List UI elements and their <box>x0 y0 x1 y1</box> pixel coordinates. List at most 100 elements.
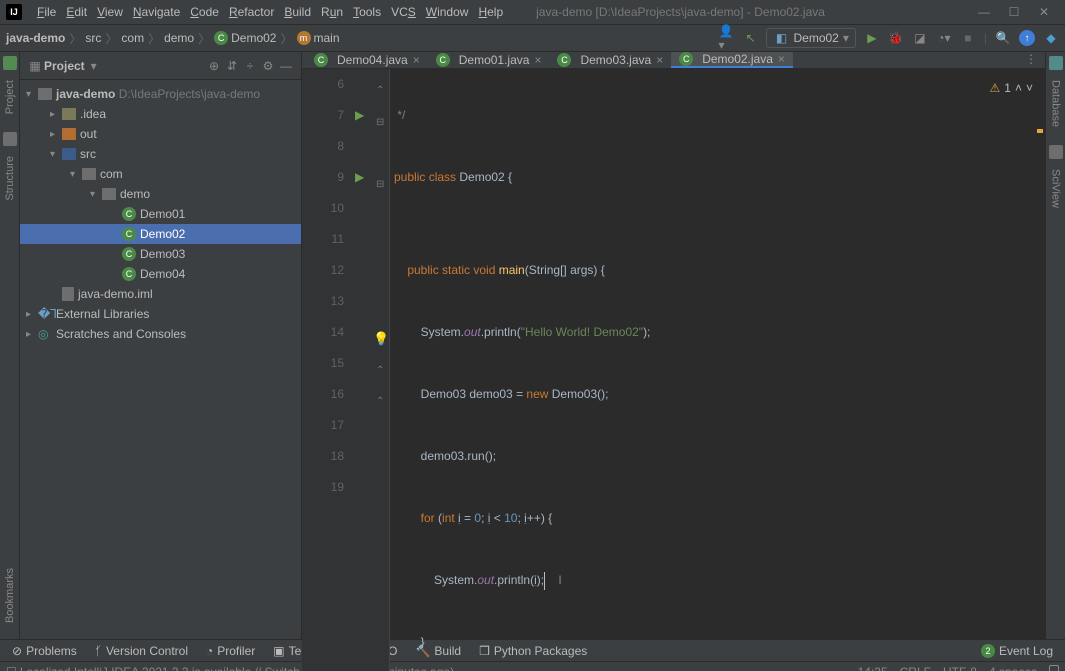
settings-gear-icon[interactable]: ⚙ <box>259 59 277 73</box>
method-icon: m <box>297 31 311 45</box>
tree-out[interactable]: ▸out <box>20 124 301 144</box>
tree-file-demo02[interactable]: CDemo02 <box>20 224 301 244</box>
intention-bulb-icon[interactable]: 💡 <box>373 323 389 354</box>
ide-settings-icon[interactable]: ◆ <box>1043 30 1059 46</box>
inspection-widget[interactable]: ⚠ 1 ˄ ˅ <box>990 73 1033 104</box>
tree-src[interactable]: ▾src <box>20 144 301 164</box>
app-logo-icon: IJ <box>6 4 22 20</box>
tabs-menu-icon[interactable]: ⋮ <box>1017 52 1045 68</box>
breadcrumb-class[interactable]: Demo02 <box>231 31 276 45</box>
problems-icon: ⊘ <box>12 644 22 658</box>
database-tool-tab[interactable]: Database <box>1048 72 1064 135</box>
tree-idea[interactable]: ▸.idea <box>20 104 301 124</box>
scroll-warning-mark[interactable] <box>1037 129 1043 133</box>
tab-demo04[interactable]: CDemo04.java× <box>306 52 428 68</box>
tab-demo01[interactable]: CDemo01.java× <box>428 52 550 68</box>
application-icon: ◧ <box>773 30 789 46</box>
tab-demo03[interactable]: CDemo03.java× <box>549 52 671 68</box>
profiler-icon: ◔ <box>206 644 213 658</box>
profile-button[interactable]: ◔▾ <box>936 30 952 46</box>
select-opened-icon[interactable]: ⊕ <box>205 59 223 73</box>
breadcrumb-com[interactable]: com <box>121 31 144 45</box>
close-button[interactable]: ✕ <box>1029 5 1059 19</box>
project-tool-icon[interactable] <box>3 56 17 70</box>
add-config-icon[interactable]: 👤▾ <box>718 30 734 46</box>
project-tool-tab[interactable]: Project <box>2 72 18 122</box>
tree-iml[interactable]: java-demo.iml <box>20 284 301 304</box>
minimize-button[interactable]: — <box>969 5 999 19</box>
profiler-tool[interactable]: ◔Profiler <box>198 644 263 658</box>
tree-demo[interactable]: ▾demo <box>20 184 301 204</box>
code-editor[interactable]: 678910111213141516171819 ▶ ▶ ⌃ ⊟ ⊟ 💡 ⌃ ⌃… <box>302 69 1045 671</box>
menu-code[interactable]: Code <box>185 3 224 21</box>
run-button[interactable]: ▶ <box>864 30 880 46</box>
problems-tool[interactable]: ⊘Problems <box>4 644 85 658</box>
menu-vcs[interactable]: VCS <box>386 3 421 21</box>
debug-button[interactable]: 🐞 <box>888 30 904 46</box>
breadcrumb-demo[interactable]: demo <box>164 31 194 45</box>
tree-com[interactable]: ▾com <box>20 164 301 184</box>
menu-navigate[interactable]: Navigate <box>128 3 185 21</box>
status-icon[interactable]: ☐ <box>6 665 17 671</box>
fold-open-icon[interactable]: ⊟ <box>376 169 384 200</box>
project-view-icon: ▦ <box>26 59 44 73</box>
chevron-down-icon[interactable]: ▾ <box>85 59 103 73</box>
breadcrumb-src[interactable]: src <box>85 31 101 45</box>
update-icon[interactable]: ↑ <box>1019 30 1035 46</box>
build-hammer-icon[interactable]: ↖ <box>742 30 758 46</box>
run-line-icon[interactable]: ▶ <box>355 100 364 131</box>
expand-all-icon[interactable]: ⇵ <box>223 59 241 73</box>
left-tool-strip: Project Structure Bookmarks <box>0 52 20 639</box>
navigation-bar: java-demo 〉 src 〉 com 〉 demo 〉 C Demo02 … <box>0 24 1065 52</box>
tree-root-path: D:\IdeaProjects\java-demo <box>119 87 260 101</box>
coverage-button[interactable]: ◪ <box>912 30 928 46</box>
run-line-icon[interactable]: ▶ <box>355 162 364 193</box>
menu-help[interactable]: Help <box>473 3 508 21</box>
chevron-down-icon[interactable]: ˅ <box>1026 73 1033 104</box>
menu-window[interactable]: Window <box>421 3 474 21</box>
hide-button[interactable]: — <box>277 59 295 73</box>
fold-end-icon[interactable]: ⌃ <box>376 75 384 106</box>
fold-end-icon[interactable]: ⌃ <box>376 386 384 417</box>
stop-button[interactable]: ■ <box>960 30 976 46</box>
tree-file-demo03[interactable]: CDemo03 <box>20 244 301 264</box>
menu-run[interactable]: Run <box>316 3 348 21</box>
editor-tabs: CDemo04.java× CDemo01.java× CDemo03.java… <box>302 52 1045 69</box>
tab-close-icon[interactable]: × <box>534 53 541 67</box>
tab-close-icon[interactable]: × <box>778 52 785 66</box>
menu-view[interactable]: View <box>92 3 128 21</box>
structure-tool-icon[interactable] <box>3 132 17 146</box>
menu-build[interactable]: Build <box>279 3 316 21</box>
class-icon: C <box>436 53 450 67</box>
structure-tool-tab[interactable]: Structure <box>2 148 18 209</box>
maximize-button[interactable]: ☐ <box>999 5 1029 19</box>
tab-close-icon[interactable]: × <box>413 53 420 67</box>
readonly-lock-icon[interactable] <box>1049 665 1059 671</box>
bookmarks-tool-tab[interactable]: Bookmarks <box>2 560 18 631</box>
code-area[interactable]: */ public class Demo02 { public static v… <box>390 69 1045 671</box>
database-tool-icon[interactable] <box>1049 56 1063 70</box>
tree-file-demo01[interactable]: CDemo01 <box>20 204 301 224</box>
menu-edit[interactable]: Edit <box>61 3 92 21</box>
search-everywhere-icon[interactable]: 🔍 <box>995 30 1011 46</box>
fold-end-icon[interactable]: ⌃ <box>376 355 384 386</box>
run-config-label: Demo02 <box>793 31 838 45</box>
tree-ext-lib[interactable]: ▸�⅂External Libraries <box>20 304 301 324</box>
collapse-all-icon[interactable]: ÷ <box>241 59 259 73</box>
run-config-selector[interactable]: ◧ Demo02 ▾ <box>766 28 855 48</box>
menu-refactor[interactable]: Refactor <box>224 3 279 21</box>
tree-file-demo04[interactable]: CDemo04 <box>20 264 301 284</box>
tab-demo02[interactable]: CDemo02.java× <box>671 52 793 68</box>
tab-close-icon[interactable]: × <box>656 53 663 67</box>
menu-tools[interactable]: Tools <box>348 3 386 21</box>
tree-root[interactable]: ▾ java-demo D:\IdeaProjects\java-demo <box>20 84 301 104</box>
breadcrumb-method[interactable]: main <box>314 31 340 45</box>
chevron-up-icon[interactable]: ˄ <box>1015 73 1022 104</box>
sciview-tool-icon[interactable] <box>1049 145 1063 159</box>
menu-file[interactable]: File <box>32 3 61 21</box>
fold-open-icon[interactable]: ⊟ <box>376 107 384 138</box>
tree-scratches[interactable]: ▸◎Scratches and Consoles <box>20 324 301 344</box>
breadcrumb-project[interactable]: java-demo <box>6 31 65 45</box>
sciview-tool-tab[interactable]: SciView <box>1048 161 1064 216</box>
vcs-tool[interactable]: ᚶVersion Control <box>87 644 196 658</box>
